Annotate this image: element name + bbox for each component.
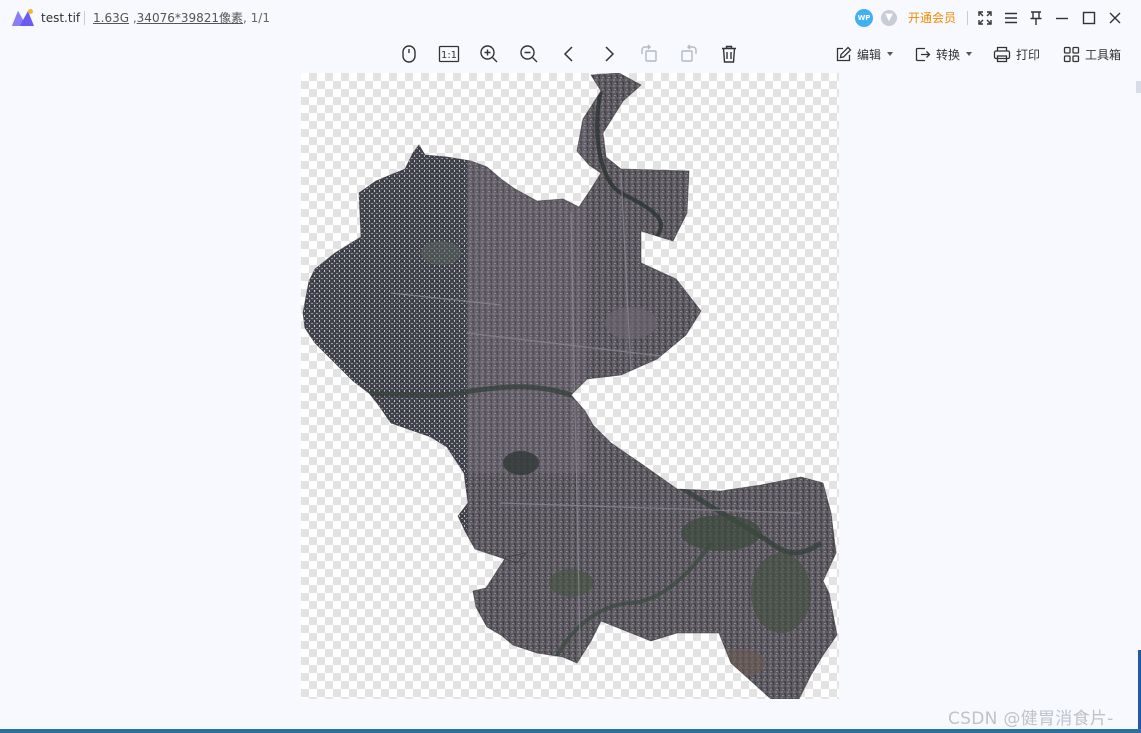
edit-menu-button[interactable]: 编辑 xyxy=(835,44,894,64)
page-info: , 1/1 xyxy=(243,11,270,25)
toolbox-button[interactable]: 工具箱 xyxy=(1063,44,1121,64)
print-label: 打印 xyxy=(1016,47,1041,62)
convert-icon xyxy=(915,47,931,61)
toolbox-grid-icon xyxy=(1063,46,1080,62)
rotate-left-button[interactable] xyxy=(637,42,661,66)
delete-button[interactable] xyxy=(717,42,741,66)
mouse-fit-icon xyxy=(402,45,416,63)
title-divider-2 xyxy=(967,11,968,25)
toolbox-label: 工具箱 xyxy=(1085,47,1122,62)
next-image-button[interactable] xyxy=(597,42,621,66)
app-logo-icon xyxy=(12,9,34,26)
pin-icon xyxy=(1030,11,1042,25)
close-button[interactable] xyxy=(1103,6,1127,30)
watermark-text: CSDN @健胃消食片- xyxy=(948,709,1114,729)
scrollbar-thumb[interactable] xyxy=(1136,81,1141,93)
previous-image-button[interactable] xyxy=(557,42,581,66)
convert-menu-button[interactable]: 转换 xyxy=(914,44,973,64)
rotate-right-icon xyxy=(681,44,697,62)
zoom-in-icon xyxy=(480,45,498,63)
zoom-in-button[interactable] xyxy=(477,42,501,66)
menu-button[interactable] xyxy=(999,6,1023,30)
title-divider xyxy=(84,11,85,25)
edit-icon xyxy=(836,46,852,61)
hamburger-menu-icon xyxy=(1005,12,1017,24)
fullscreen-button[interactable] xyxy=(973,6,997,30)
maximize-icon xyxy=(1082,11,1096,25)
rotate-right-button[interactable] xyxy=(677,42,701,66)
image-viewer-window: test.tif 1.63G ,34076*39821像素, 1/1 WP ▼ … xyxy=(0,0,1141,733)
close-icon xyxy=(1109,12,1121,24)
file-info: 1.63G ,34076*39821像素, 1/1 xyxy=(93,11,270,25)
printer-icon xyxy=(993,46,1011,62)
image-dimensions[interactable]: 34076*39821像素 xyxy=(137,11,243,25)
chevron-right-icon xyxy=(605,46,615,62)
fullscreen-icon xyxy=(978,11,992,25)
wp-account-icon[interactable]: WP xyxy=(855,9,873,27)
print-button[interactable]: 打印 xyxy=(993,44,1040,64)
rotate-left-icon xyxy=(641,44,657,62)
actual-size-icon: 1:1 xyxy=(438,45,460,63)
actual-size-button[interactable]: 1:1 xyxy=(437,42,461,66)
file-name: test.tif xyxy=(41,11,81,25)
edit-label: 编辑 xyxy=(857,47,882,62)
file-size[interactable]: 1.63G xyxy=(93,11,129,25)
actual-size-label: 1:1 xyxy=(441,50,457,61)
convert-dropdown-caret-icon xyxy=(966,52,973,56)
convert-label: 转换 xyxy=(936,47,961,62)
fit-window-button[interactable] xyxy=(397,42,421,66)
window-bottom-edge xyxy=(0,729,1141,733)
image-canvas[interactable] xyxy=(301,73,839,699)
zoom-out-icon xyxy=(520,45,538,63)
vip-membership-link[interactable]: 开通会员 xyxy=(908,10,956,26)
sync-status-icon[interactable]: ▼ xyxy=(881,10,897,26)
zoom-out-button[interactable] xyxy=(517,42,541,66)
title-bar: test.tif 1.63G ,34076*39821像素, 1/1 WP ▼ … xyxy=(0,0,1141,36)
chevron-left-icon xyxy=(563,46,573,62)
minimize-button[interactable] xyxy=(1050,6,1074,30)
minimize-icon xyxy=(1056,17,1068,20)
pin-button[interactable] xyxy=(1024,6,1048,30)
satellite-map-image xyxy=(302,73,838,699)
trash-icon xyxy=(722,45,736,63)
edit-dropdown-caret-icon xyxy=(887,52,894,56)
maximize-button[interactable] xyxy=(1077,6,1101,30)
